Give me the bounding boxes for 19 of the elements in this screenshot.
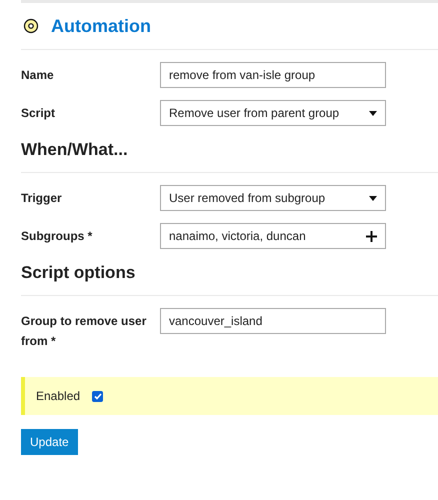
page-title: Automation	[51, 16, 151, 36]
section-heading: When/What...	[21, 140, 438, 173]
tag-field[interactable]: nanaimo, victoria, duncan	[160, 223, 386, 249]
input-field[interactable]: vancouver_island	[160, 308, 386, 334]
add-icon[interactable]	[366, 230, 377, 242]
field-label: Trigger	[21, 190, 63, 207]
section-heading: Script options	[21, 263, 438, 296]
field-label: Name	[21, 67, 55, 84]
dropdown-caret-icon	[369, 196, 377, 200]
dropdown[interactable]: Remove user from parent group	[160, 100, 386, 126]
field-label: Script	[21, 105, 56, 122]
dropdown[interactable]: User removed from subgroup	[160, 185, 386, 211]
checkbox[interactable]	[92, 390, 104, 402]
input-field[interactable]: remove from van-isle group	[160, 62, 386, 88]
dropdown-caret-icon	[369, 110, 377, 116]
enabled-label: Enabled	[36, 389, 80, 403]
field-label: Subgroups *	[21, 228, 94, 245]
field-label: Group to remove user from *	[21, 313, 148, 350]
update-button[interactable]: Update	[21, 429, 78, 455]
